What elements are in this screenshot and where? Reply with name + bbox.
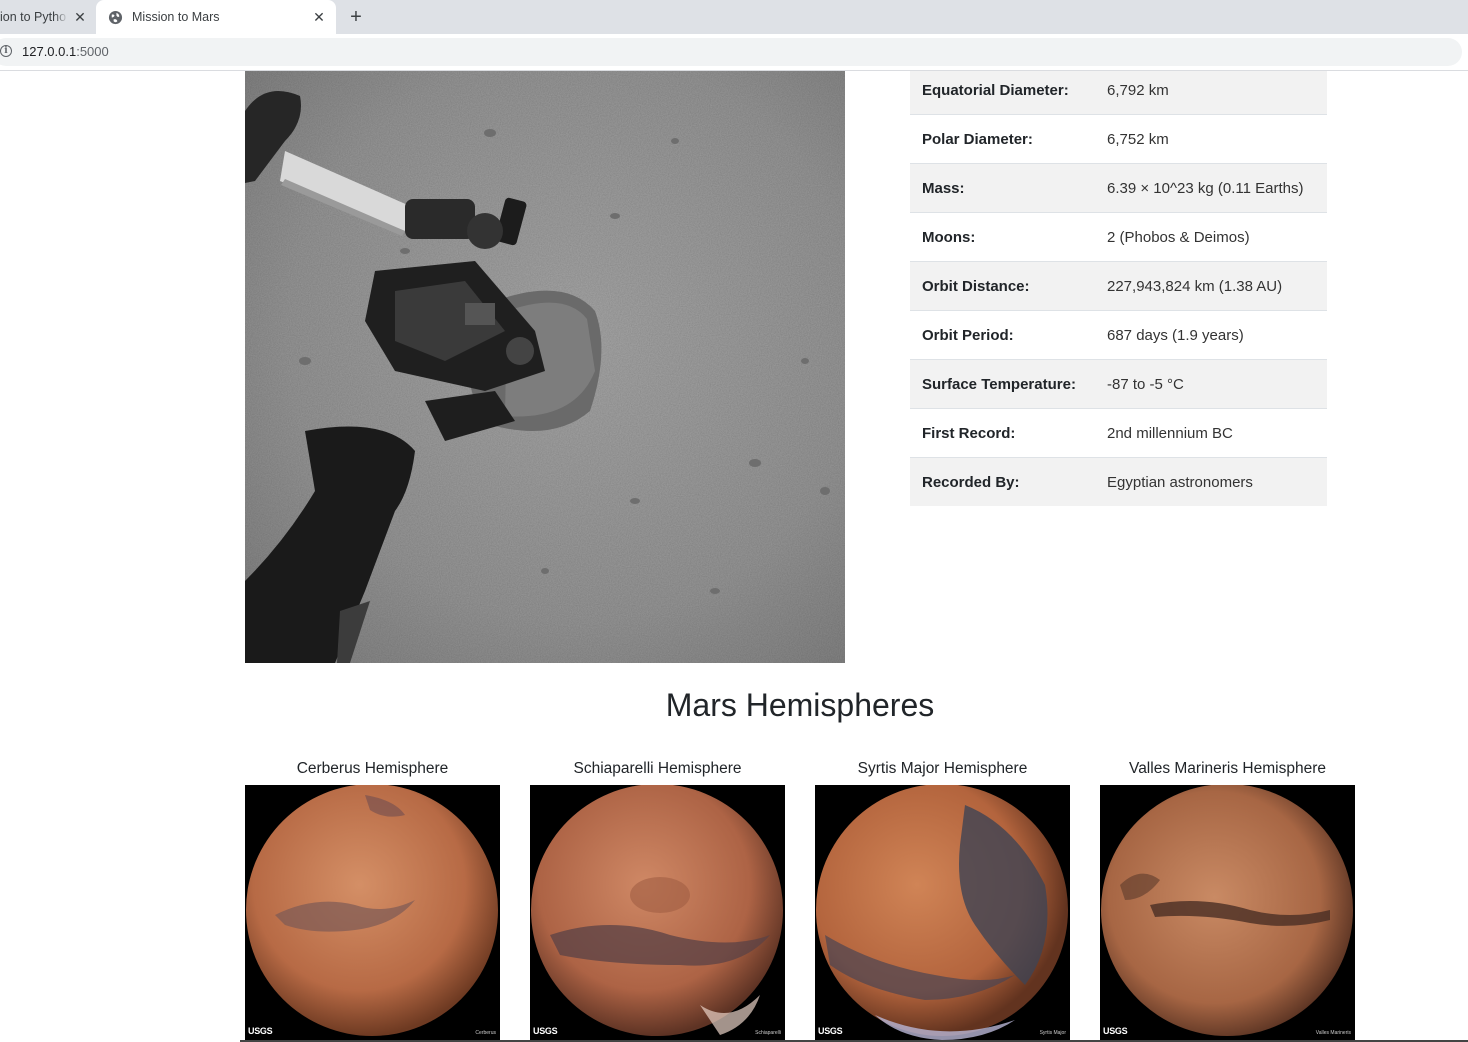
close-tab-icon[interactable]: ✕ [73,10,87,24]
hemisphere-card: Syrtis Major Hemisphere USGS Syrtis Majo… [815,759,1070,1040]
hemisphere-image[interactable]: USGS Cerberus [245,785,500,1040]
mars-globe-image [531,785,783,1036]
usgs-logo: USGS [533,1026,558,1036]
hemisphere-title: Syrtis Major Hemisphere [857,760,1028,777]
fact-label: Orbit Period: [910,310,1095,360]
mars-globe-image [816,785,1068,1040]
hemisphere-caption: Cerberus [475,1030,496,1036]
fact-label: Surface Temperature: [910,359,1095,409]
close-tab-icon[interactable]: ✕ [312,10,326,24]
hemisphere-card: Cerberus Hemisphere USGS Cerberus [245,759,500,1040]
tab-title: Mission to Mars [132,10,220,24]
hemisphere-card: Valles Marineris Hemisphere USGS Valles … [1100,759,1355,1040]
fact-value: 687 days (1.9 years) [1095,310,1327,360]
usgs-logo: USGS [818,1026,843,1036]
table-row: Moons: 2 (Phobos & Deimos) [910,212,1327,262]
fact-value: 2nd millennium BC [1095,408,1327,458]
globe-icon [108,10,123,24]
url-text[interactable]: 127.0.0.1:5000 [22,44,109,59]
fact-label: Equatorial Diameter: [910,71,1095,115]
fact-value: 6,752 km [1095,114,1327,164]
hemispheres-heading: Mars Hemispheres [665,687,935,723]
fact-value: 6.39 × 10^23 kg (0.11 Earths) [1095,163,1327,213]
browser-tab-bar: ion to Pytho ✕ Mission to Mars ✕ + [0,0,1468,34]
fact-value: 2 (Phobos & Deimos) [1095,212,1327,262]
omnibox[interactable] [0,38,1462,66]
browser-tab-active[interactable]: Mission to Mars ✕ [96,0,336,34]
browser-tab-inactive[interactable]: ion to Pytho ✕ [0,0,95,34]
hemisphere-caption: Schiaparelli [755,1030,781,1036]
table-row: Mass: 6.39 × 10^23 kg (0.11 Earths) [910,163,1327,213]
info-icon[interactable]: i [0,45,12,57]
page-content: Equatorial Diameter: 6,792 km Polar Diame… [0,71,1468,1042]
fact-label: First Record: [910,408,1095,458]
featured-mars-image [245,71,845,663]
hemisphere-caption: Syrtis Major [1039,1030,1066,1036]
fact-value: 227,943,824 km (1.38 AU) [1095,261,1327,311]
table-row: Polar Diameter: 6,752 km [910,114,1327,164]
fact-value: -87 to -5 °C [1095,359,1327,409]
mars-globe-image [1101,785,1353,1036]
mars-globe-image [246,785,498,1036]
fact-label: Mass: [910,163,1095,213]
hemisphere-image[interactable]: USGS Syrtis Major [815,785,1070,1040]
fact-value: 6,792 km [1095,71,1327,115]
hemisphere-title: Schiaparelli Hemisphere [573,760,742,777]
usgs-logo: USGS [1103,1026,1128,1036]
address-bar [0,34,1468,71]
usgs-logo: USGS [248,1026,273,1036]
new-tab-icon[interactable]: + [346,7,366,27]
fact-label: Recorded By: [910,457,1095,506]
hemisphere-image[interactable]: USGS Schiaparelli [530,785,785,1040]
table-row: Recorded By: Egyptian astronomers [910,457,1327,506]
table-row: Orbit Distance: 227,943,824 km (1.38 AU) [910,261,1327,311]
hemisphere-title: Cerberus Hemisphere [296,760,449,777]
table-row: First Record: 2nd millennium BC [910,408,1327,458]
table-row: Equatorial Diameter: 6,792 km [910,71,1327,115]
tab-title: ion to Pytho [0,10,67,24]
fact-value: Egyptian astronomers [1095,457,1327,506]
table-row: Surface Temperature: -87 to -5 °C [910,359,1327,409]
fact-label: Moons: [910,212,1095,262]
hemisphere-caption: Valles Marineris [1315,1030,1351,1036]
fact-label: Orbit Distance: [910,261,1095,311]
hemisphere-card: Schiaparelli Hemisphere USGS Schiaparell… [530,759,785,1040]
mars-facts-table: Equatorial Diameter: 6,792 km Polar Diame… [910,71,1327,506]
fact-label: Polar Diameter: [910,114,1095,164]
hemisphere-image[interactable]: USGS Valles Marineris [1100,785,1355,1040]
hemisphere-title: Valles Marineris Hemisphere [1129,760,1326,777]
table-row: Orbit Period: 687 days (1.9 years) [910,310,1327,360]
